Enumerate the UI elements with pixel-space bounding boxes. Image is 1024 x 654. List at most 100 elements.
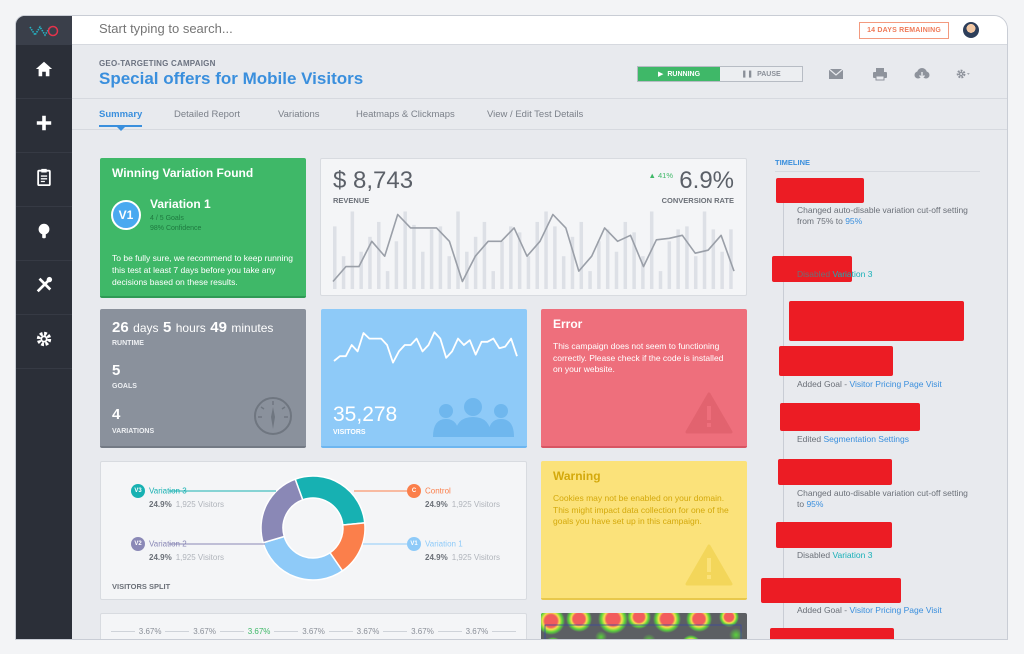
visitors-label: VISITORS xyxy=(333,429,366,436)
timeline-item: Changed auto-disable variation cut-off s… xyxy=(797,205,968,226)
arrow-up-icon: ▲ xyxy=(648,171,656,180)
timeline-link[interactable]: Visitor Pricing Page Visit xyxy=(849,605,941,615)
visitors-value: 35,278 xyxy=(333,403,398,426)
tab-detailed-report[interactable]: Detailed Report xyxy=(174,109,240,120)
revenue-bar xyxy=(473,236,478,289)
legend-badge: V3 xyxy=(131,484,145,498)
running-button[interactable]: ▶ RUNNING xyxy=(638,67,720,81)
goal-percent: 3.67% xyxy=(356,627,380,636)
revenue-bar xyxy=(605,229,610,289)
sidebar-item-reports[interactable] xyxy=(16,153,72,207)
print-icon[interactable] xyxy=(872,67,888,86)
runtime-minutes: 49 xyxy=(210,319,227,336)
error-message: This campaign does not seem to functioni… xyxy=(553,341,724,374)
revenue-bar xyxy=(623,221,628,289)
timeline-item: Disabled Variation 3 xyxy=(797,269,873,279)
revenue-bar xyxy=(491,271,495,289)
timeline-link[interactable]: 95% xyxy=(845,216,862,226)
runtime-stats-card: 26 days 5 hours 49 minutes RUNTIME 5 GOA… xyxy=(100,309,306,448)
vwo-logo[interactable] xyxy=(16,16,72,45)
runtime-minutes-unit: minutes xyxy=(231,321,274,335)
plus-icon xyxy=(35,114,53,137)
tab-variations[interactable]: Variations xyxy=(278,109,320,120)
conversion-trend-line xyxy=(332,213,735,283)
goal-percent: 3.67% xyxy=(247,627,271,636)
tools-icon xyxy=(35,276,53,299)
winning-title: Winning Variation Found xyxy=(112,166,254,180)
campaign-type: GEO-TARGETING CAMPAIGN xyxy=(99,59,216,68)
cloud-download-icon[interactable] xyxy=(914,67,930,86)
sidebar-item-home[interactable] xyxy=(16,45,72,99)
runtime-hours-unit: hours xyxy=(175,321,206,335)
redacted-block xyxy=(780,403,920,431)
timeline-item: Added Goal - Visitor Pricing Page Visit xyxy=(797,605,942,615)
revenue-bar xyxy=(597,241,601,289)
goal-percent: 3.67% xyxy=(193,627,216,636)
revenue-bar xyxy=(456,211,460,289)
sidebar-item-create[interactable] xyxy=(16,99,72,153)
run-pause-toggle: ▶ RUNNING ❚❚ PAUSE xyxy=(637,66,803,82)
revenue-chart xyxy=(332,211,735,289)
tab-heatmaps[interactable]: Heatmaps & Clickmaps xyxy=(356,109,455,120)
pause-label: PAUSE xyxy=(757,70,781,78)
visitors-trend-line xyxy=(333,331,518,364)
timeline-link[interactable]: 95% xyxy=(806,499,823,509)
redacted-block xyxy=(776,522,892,548)
sidebar-item-settings[interactable] xyxy=(16,315,72,369)
donut-slice xyxy=(294,475,366,526)
trial-days-badge[interactable]: 14 DAYS REMAINING xyxy=(859,22,949,39)
pause-button[interactable]: ❚❚ PAUSE xyxy=(720,67,802,81)
revenue-bar xyxy=(535,221,539,289)
goal-percent: 3.67% xyxy=(411,627,434,636)
email-icon[interactable] xyxy=(828,67,844,86)
winning-confidence: 98% Confidence xyxy=(150,225,202,232)
sidebar-item-ideas[interactable] xyxy=(16,207,72,261)
revenue-card: $ 8,743 REVENUE ▲ 41% 6.9% CONVERSION RA… xyxy=(320,158,747,296)
timeline-item: Disabled Variation 3 xyxy=(797,550,873,560)
conversion-delta-value: 41% xyxy=(657,171,673,180)
running-label: RUNNING xyxy=(667,70,701,78)
winning-variation-card: Winning Variation Found V1 Variation 1 4… xyxy=(100,158,306,298)
revenue-bar xyxy=(341,256,346,289)
timeline-link[interactable]: Variation 3 xyxy=(832,550,872,560)
donut-slice xyxy=(262,535,344,581)
revenue-bar xyxy=(544,211,548,289)
revenue-value: $ 8,743 xyxy=(333,167,414,194)
conversion-rate-label: CONVERSION RATE xyxy=(661,196,734,205)
revenue-bar xyxy=(579,221,584,289)
revenue-bar xyxy=(553,226,557,289)
legend-variation-3: V3 Variation 3 24.9% 1,925 Visitors xyxy=(131,484,224,509)
search-input[interactable] xyxy=(99,21,599,36)
revenue-bar xyxy=(676,229,680,289)
timeline-link[interactable]: Variation 3 xyxy=(832,269,872,279)
visitors-split-donut xyxy=(260,475,366,581)
settings-dropdown-icon[interactable] xyxy=(956,67,972,86)
timeline-item: Changed auto-disable variation cut-off s… xyxy=(797,488,968,509)
donut-slice xyxy=(260,478,304,544)
heatmap-preview[interactable] xyxy=(541,613,747,639)
error-title: Error xyxy=(553,317,583,331)
legend-badge: C xyxy=(407,484,421,498)
revenue-bar xyxy=(526,256,531,289)
tab-summary[interactable]: Summary xyxy=(99,109,143,131)
app-window: 14 DAYS REMAINING GEO-TARGETING CAMPAIGN… xyxy=(15,15,1008,640)
sidebar-item-tools[interactable] xyxy=(16,261,72,315)
revenue-bar xyxy=(350,211,355,289)
tab-bar: Summary Detailed Report Variations Heatm… xyxy=(72,100,1007,131)
top-bar: 14 DAYS REMAINING xyxy=(72,16,1007,45)
revenue-bar xyxy=(421,251,425,289)
timeline-link[interactable]: Segmentation Settings xyxy=(823,434,909,444)
variation-badge: V1 xyxy=(111,200,141,230)
legend-visitors: 1,925 Visitors xyxy=(451,500,501,509)
revenue-bar xyxy=(447,256,451,289)
revenue-bar xyxy=(394,241,399,289)
goals-label: GOALS xyxy=(112,383,137,390)
timeline-link[interactable]: Visitor Pricing Page Visit xyxy=(849,379,941,389)
campaign-header: GEO-TARGETING CAMPAIGN Special offers fo… xyxy=(72,45,1007,99)
sidebar xyxy=(16,16,72,639)
user-avatar[interactable] xyxy=(963,22,979,38)
speedometer-icon xyxy=(254,397,292,435)
tab-test-details[interactable]: View / Edit Test Details xyxy=(487,109,583,120)
timeline-item: Edited Segmentation Settings xyxy=(797,434,909,444)
goal-percent: 3.67% xyxy=(138,627,162,636)
